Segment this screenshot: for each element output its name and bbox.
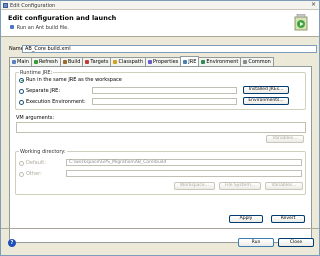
help-icon[interactable]: ? (8, 239, 16, 247)
vm-arguments-textarea[interactable] (16, 122, 306, 133)
tab-classpath[interactable]: Classpath (110, 57, 146, 66)
radio-execution-environment-label: Execution Environment: (26, 99, 86, 105)
tab-label: Refresh (38, 59, 58, 65)
revert-button[interactable]: Revert (271, 215, 305, 223)
environments-button[interactable]: Environments... (243, 97, 289, 105)
edit-configuration-window: Edit Configuration × Edit configuration … (0, 0, 320, 256)
name-input[interactable]: AB_Core build.xml (22, 45, 317, 53)
build-icon (62, 60, 67, 64)
jre-tab-panel: Runtime JRE: Run in the same JRE as the … (9, 66, 312, 243)
other-directory-input[interactable] (66, 170, 302, 177)
tab-jre[interactable]: JRE (180, 56, 200, 66)
radio-separate-jre-label: Separate JRE: (26, 88, 61, 94)
title-bar: Edit Configuration × (1, 1, 319, 10)
tab-label: Main (17, 59, 29, 65)
tab-properties[interactable]: Properties (145, 57, 182, 66)
execution-environment-select[interactable] (92, 98, 237, 105)
banner-subtitle: Run an Ant build file. (10, 25, 69, 31)
tab-label: Targets (90, 59, 109, 65)
vm-arguments-label: VM arguments: (16, 115, 55, 121)
radio-default-directory[interactable]: Default: (19, 160, 46, 166)
radio-separate-jre[interactable]: Separate JRE: (19, 88, 60, 94)
classpath-icon (113, 60, 118, 64)
tab-label: Build (67, 59, 81, 65)
tab-refresh[interactable]: Refresh (30, 57, 61, 66)
tab-targets[interactable]: Targets (82, 57, 112, 66)
close-icon[interactable]: × (310, 2, 317, 9)
info-icon (10, 25, 14, 29)
tab-main[interactable]: Main (9, 57, 32, 66)
apply-button[interactable]: Apply (229, 215, 263, 223)
tab-label: Properties (153, 59, 179, 65)
content-area: Name: AB_Core build.xml Main Refresh Build… (1, 38, 319, 243)
targets-icon (85, 60, 90, 64)
app-icon (3, 3, 8, 8)
runtime-jre-label: Runtime JRE: (19, 70, 54, 76)
header-banner: Edit configuration and launch Run an Ant… (1, 10, 319, 37)
radio-same-jre-label: Run in the same JRE as the workspace (26, 77, 122, 83)
tab-environment[interactable]: Environment (198, 57, 242, 66)
tab-label: JRE (188, 58, 197, 65)
radio-other-directory[interactable]: Other: (19, 171, 42, 177)
properties-icon (148, 60, 152, 64)
radio-same-jre[interactable]: Run in the same JRE as the workspace (19, 77, 122, 83)
radio-button[interactable] (19, 99, 24, 105)
tab-label: Classpath (118, 59, 143, 65)
tab-label: Common (248, 59, 271, 65)
banner-subtitle-text: Run an Ant build file. (16, 25, 69, 31)
window-title: Edit Configuration (10, 3, 56, 9)
default-directory-input[interactable]: C:\workspace\GPS_Migration\AB_Core\build (66, 159, 302, 166)
run-configuration-icon (294, 14, 308, 31)
separate-jre-select[interactable] (92, 87, 237, 94)
jre-icon (183, 59, 188, 64)
workdir-variables-button[interactable]: Variables... (265, 182, 303, 190)
radio-button[interactable] (19, 171, 24, 177)
radio-button-selected[interactable] (19, 77, 24, 83)
installed-jres-button[interactable]: Installed JREs... (243, 86, 289, 94)
radio-execution-environment[interactable]: Execution Environment: (19, 99, 86, 105)
tab-bar: Main Refresh Build Targets Classpath Properti… (9, 56, 309, 66)
workspace-button[interactable]: Workspace... (174, 182, 215, 190)
banner-title: Edit configuration and launch (8, 14, 117, 22)
environment-icon (201, 60, 206, 64)
dialog-footer: ? Run Close (1, 228, 319, 256)
tab-common[interactable]: Common (240, 57, 274, 66)
vm-variables-button[interactable]: Variables... (266, 135, 304, 143)
file-system-button[interactable]: File System... (219, 182, 261, 190)
radio-other-label: Other: (26, 171, 42, 177)
radio-button[interactable] (19, 160, 24, 166)
common-icon (243, 60, 248, 64)
refresh-icon (33, 60, 38, 64)
tab-label: Environment (206, 59, 239, 65)
radio-button[interactable] (19, 88, 24, 94)
close-button[interactable]: Close (278, 238, 314, 247)
radio-default-label: Default: (26, 160, 46, 166)
main-icon (12, 60, 16, 64)
working-directory-label: Working directory: (19, 149, 67, 155)
run-button[interactable]: Run (238, 238, 274, 247)
tab-build[interactable]: Build (59, 57, 84, 66)
